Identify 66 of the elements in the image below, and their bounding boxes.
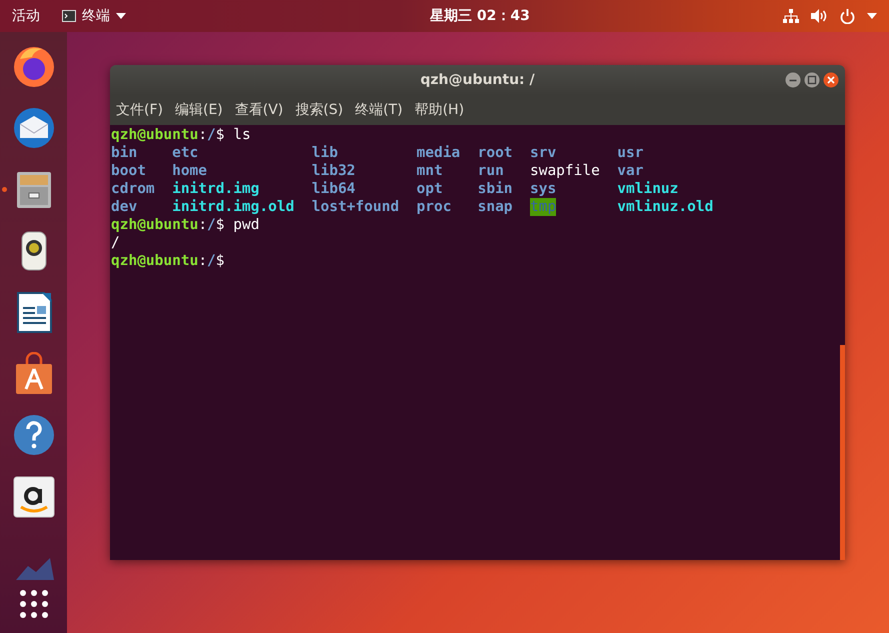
directory-name: etc bbox=[172, 144, 198, 162]
caret-icon[interactable] bbox=[867, 13, 877, 19]
scrollbar[interactable] bbox=[840, 345, 845, 560]
directory-name: sys bbox=[530, 180, 556, 198]
activities-button[interactable]: 活动 bbox=[0, 7, 52, 25]
directory-name: srv bbox=[530, 144, 556, 162]
network-icon[interactable] bbox=[783, 9, 799, 23]
menu-item[interactable]: 编辑(E) bbox=[174, 101, 223, 119]
file-name: initrd.img bbox=[172, 180, 260, 198]
maximize-button[interactable] bbox=[804, 72, 820, 88]
prompt-path: / bbox=[207, 126, 216, 144]
firefox-icon[interactable] bbox=[12, 44, 56, 89]
mail-icon[interactable] bbox=[12, 106, 56, 150]
directory-name: sbin bbox=[478, 180, 513, 198]
minimize-button[interactable] bbox=[785, 72, 801, 88]
menu-item[interactable]: 帮助(H) bbox=[414, 101, 464, 119]
directory-name: bin bbox=[111, 144, 138, 162]
power-icon[interactable] bbox=[840, 8, 855, 24]
caret-icon bbox=[116, 13, 126, 19]
prompt-user-host: qzh@ubuntu bbox=[111, 126, 198, 144]
window-title: qzh@ubuntu: / bbox=[420, 72, 535, 88]
file-name: swapfile bbox=[530, 162, 600, 180]
prompt-colon: : bbox=[198, 126, 208, 144]
directory-name: boot bbox=[111, 162, 146, 180]
file-name: vmlinuz bbox=[617, 180, 678, 198]
app-grid-icon[interactable] bbox=[18, 589, 48, 619]
prompt-path: / bbox=[207, 252, 216, 270]
prompt-user-host: qzh@ubuntu bbox=[111, 252, 198, 270]
menu-item[interactable]: 查看(V) bbox=[234, 101, 284, 119]
directory-name: usr bbox=[617, 144, 644, 162]
close-button[interactable] bbox=[823, 72, 839, 88]
directory-name: tmp bbox=[530, 198, 556, 216]
file-name: vmlinuz.old bbox=[617, 198, 714, 216]
menu-item[interactable]: 文件(F) bbox=[116, 101, 163, 119]
directory-name: proc bbox=[416, 198, 452, 216]
help-icon[interactable] bbox=[12, 413, 56, 458]
directory-name: opt bbox=[416, 180, 443, 198]
prompt-colon: : bbox=[198, 252, 208, 270]
prompt-user-host: qzh@ubuntu bbox=[111, 216, 198, 234]
command-text: $ ls bbox=[216, 126, 251, 144]
directory-name: root bbox=[478, 144, 513, 162]
directory-name: var bbox=[617, 162, 644, 180]
menu-item[interactable]: 终端(T) bbox=[355, 101, 403, 119]
volume-icon[interactable] bbox=[811, 9, 828, 23]
directory-name: media bbox=[416, 144, 460, 162]
directory-name: lib64 bbox=[312, 180, 356, 198]
directory-name: lib bbox=[312, 144, 338, 162]
menu-item[interactable]: 搜索(S) bbox=[295, 101, 344, 119]
prompt-path: / bbox=[207, 216, 216, 234]
prompt-colon: : bbox=[198, 216, 208, 234]
clock[interactable]: 星期三 02：43 bbox=[430, 7, 530, 25]
file-name: initrd.img.old bbox=[172, 198, 294, 216]
output-text: / bbox=[111, 234, 120, 252]
app-menu[interactable]: 终端 bbox=[62, 7, 126, 25]
command-text: $ pwd bbox=[216, 216, 260, 234]
directory-name: dev bbox=[111, 198, 138, 216]
directory-name: snap bbox=[478, 198, 513, 216]
directory-name: mnt bbox=[416, 162, 443, 180]
amazon-icon[interactable] bbox=[12, 474, 56, 519]
directory-name: home bbox=[172, 162, 208, 180]
directory-name: cdrom bbox=[111, 180, 155, 198]
directory-name: lib32 bbox=[312, 162, 356, 180]
directory-name: lost+found bbox=[312, 198, 400, 216]
directory-name: run bbox=[478, 162, 504, 180]
terminal-icon bbox=[62, 10, 76, 22]
command-text: $ bbox=[216, 252, 225, 270]
